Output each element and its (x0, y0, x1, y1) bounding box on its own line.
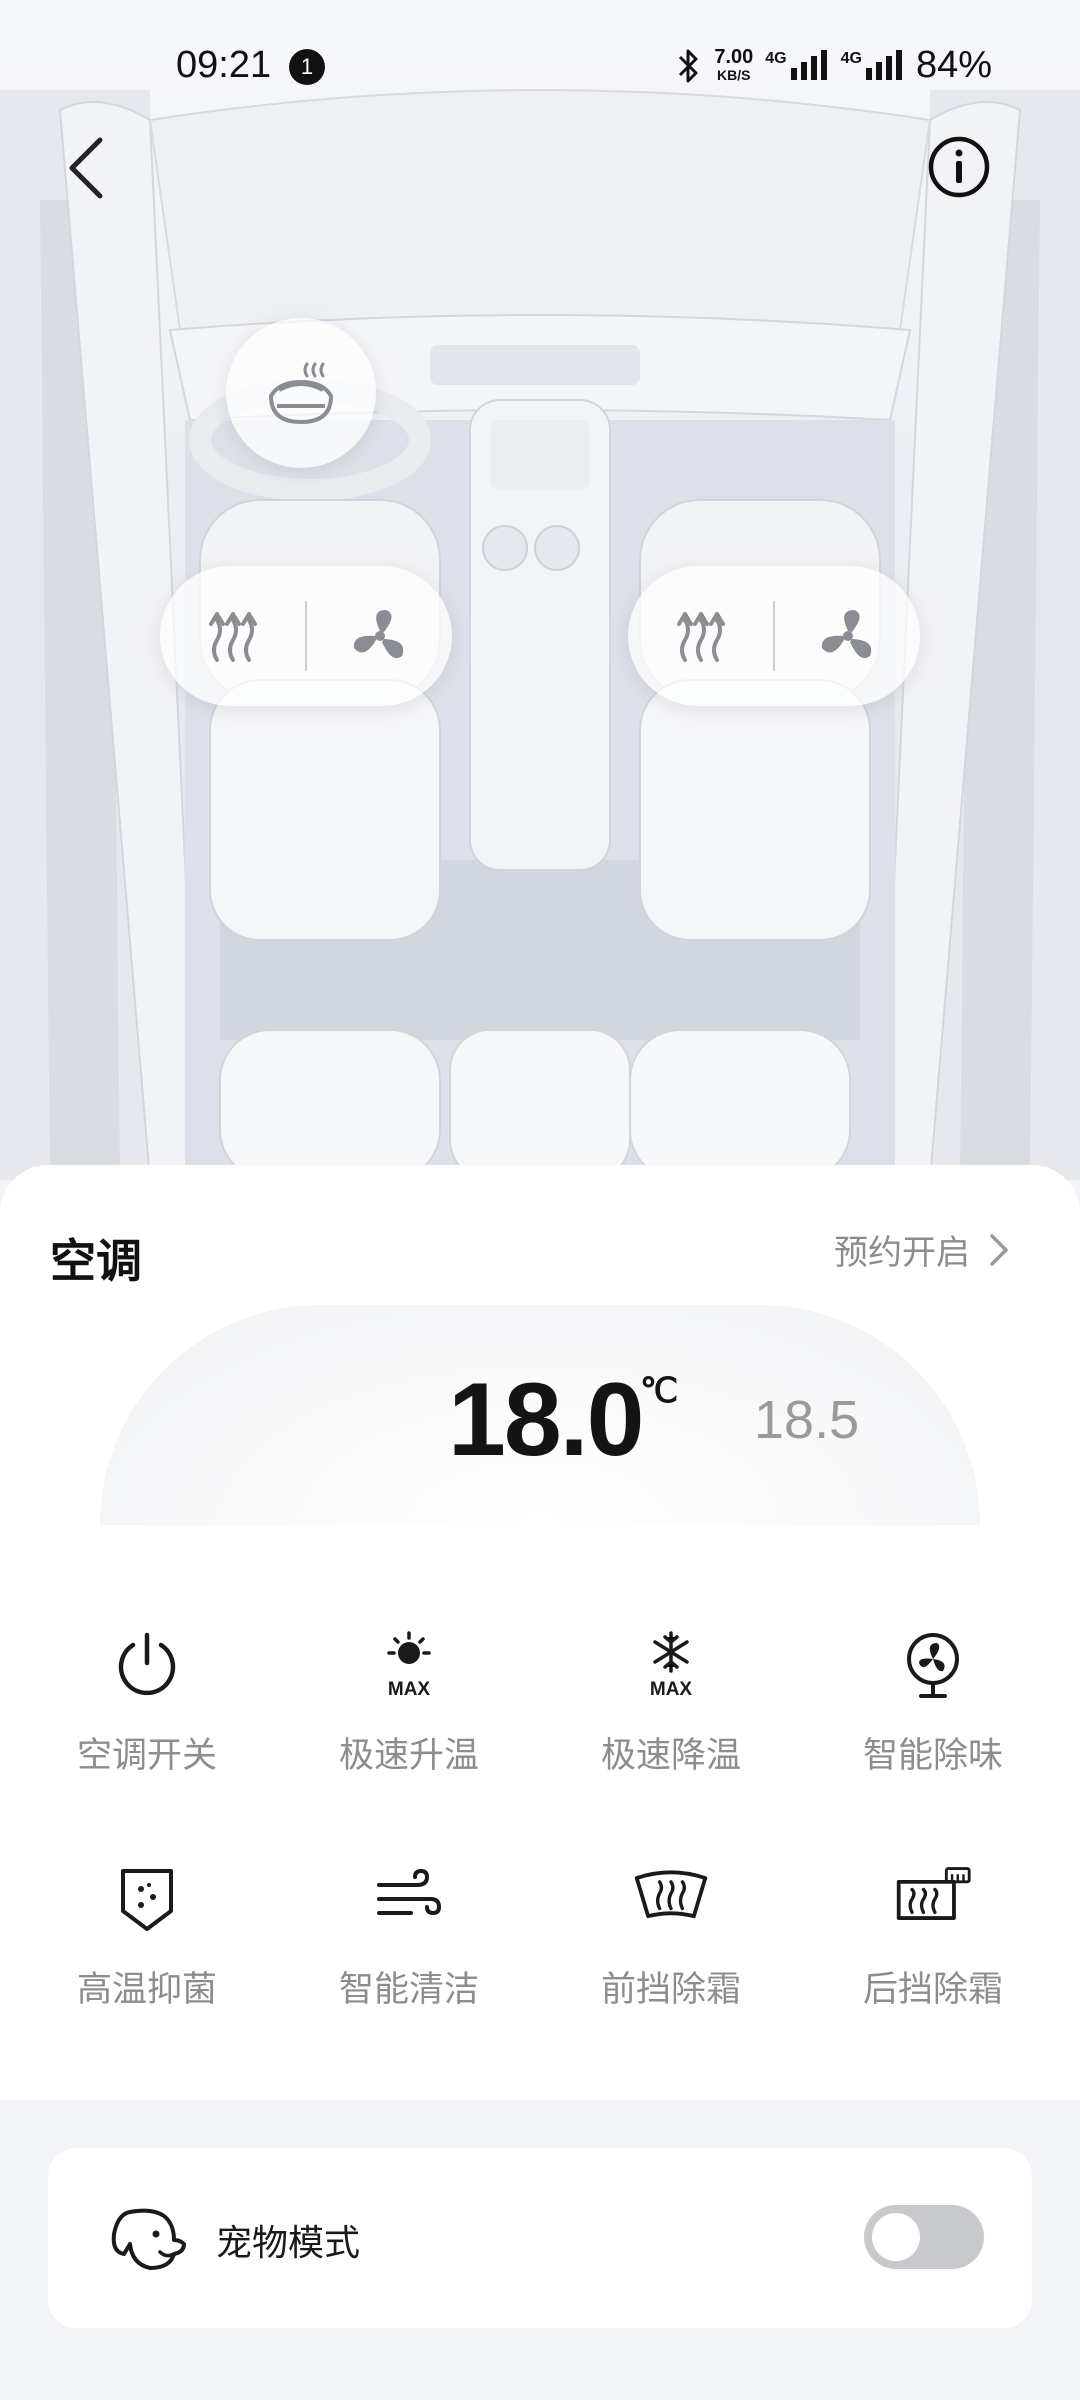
rear-defrost-icon (896, 1867, 971, 1920)
steering-wheel-heat-button[interactable] (226, 318, 376, 468)
sun-max-icon: MAX (387, 1631, 431, 1700)
high-temp-sterilize-button[interactable]: 高温抑菌 (16, 1859, 278, 2059)
chevron-right-icon (990, 1233, 1008, 1266)
battery-level: 84% (915, 44, 992, 86)
passenger-seat-controls (628, 566, 920, 706)
signal-bars-icon (865, 49, 902, 80)
chevron-left-icon (69, 137, 103, 199)
front-defrost-icon (634, 1870, 708, 1919)
ac-power-button[interactable]: 空调开关 (16, 1625, 278, 1825)
driver-seat-vent-button[interactable] (307, 566, 452, 706)
func-label: 前挡除霜 (600, 1970, 741, 2010)
temperature-unit: ℃ (640, 1372, 679, 1410)
schedule-start-link[interactable]: 预约开启 (834, 1225, 1010, 1274)
func-label: 高温抑菌 (76, 1970, 217, 2010)
driver-seat-controls (160, 566, 452, 706)
steering-wheel-heat-icon (268, 362, 334, 425)
signal-2: 4G (840, 49, 904, 82)
ac-title: 空调 (50, 1234, 142, 1288)
passenger-seat-vent-button[interactable] (775, 566, 920, 706)
net-speed-unit: KB/S (717, 66, 751, 83)
shield-sterilize-icon (121, 1869, 173, 1931)
info-icon (928, 136, 990, 198)
func-label: 极速升温 (338, 1736, 479, 1776)
func-label: 智能清洁 (338, 1970, 479, 2010)
func-label: 空调开关 (76, 1736, 217, 1776)
net-speed: 7.00 KB/S (714, 45, 754, 84)
rapid-cool-button[interactable]: MAX 极速降温 (540, 1625, 802, 1825)
car-hero: 09:21 1 7.00 KB/S 4G 4G 84% (0, 0, 1080, 1180)
status-bar: 09:21 1 7.00 KB/S 4G 4G 84% (0, 0, 1080, 135)
info-button[interactable] (926, 134, 992, 200)
svg-text:MAX: MAX (388, 1679, 431, 1700)
next-temperature[interactable]: 18.5 (754, 1389, 859, 1451)
back-button[interactable] (58, 132, 118, 204)
seat-heat-icon (676, 612, 725, 662)
svg-text:MAX: MAX (650, 1679, 693, 1700)
snowflake-max-icon: MAX (650, 1631, 693, 1700)
rapid-heat-button[interactable]: MAX 极速升温 (278, 1625, 540, 1825)
schedule-label: 预约开启 (834, 1233, 970, 1273)
rear-defrost-button[interactable]: 后挡除霜 (802, 1859, 1064, 2059)
fan-purify-icon (907, 1633, 959, 1698)
signal-bars-icon (790, 49, 827, 80)
net-speed-value: 7.00 (714, 45, 754, 68)
smart-clean-button[interactable]: 智能清洁 (278, 1859, 540, 2059)
smart-deodorize-button[interactable]: 智能除味 (802, 1625, 1064, 1825)
seat-ventilation-icon (353, 610, 403, 659)
seat-ventilation-icon (821, 610, 871, 659)
pet-mode-toggle[interactable] (864, 2205, 984, 2269)
toggle-knob (872, 2213, 920, 2261)
front-defrost-button[interactable]: 前挡除霜 (540, 1859, 802, 2059)
signal-1-label: 4G (765, 49, 787, 67)
current-temperature: 18.0 (448, 1362, 644, 1478)
status-time: 09:21 (176, 44, 272, 86)
wind-clean-icon (377, 1868, 442, 1916)
pet-mode-label: 宠物模式 (216, 2223, 361, 2264)
notification-badge: 1 (289, 49, 325, 85)
signal-1: 4G (765, 49, 828, 82)
bluetooth-icon (679, 49, 698, 82)
status-right: 7.00 KB/S 4G 4G 84% (676, 44, 992, 87)
dog-icon (111, 2208, 186, 2270)
func-label: 智能除味 (862, 1736, 1003, 1776)
ac-panel: 空调 预约开启 18.0 ℃ 18.5 空调开关 MAX 极速升温 MAX 极速… (0, 1165, 1080, 2100)
power-icon (118, 1632, 176, 1696)
signal-2-label: 4G (840, 49, 862, 67)
passenger-seat-heat-button[interactable] (628, 566, 773, 706)
driver-seat-heat-button[interactable] (160, 566, 305, 706)
func-label: 极速降温 (600, 1736, 741, 1776)
func-label: 后挡除霜 (862, 1970, 1003, 2010)
pet-mode-card: 宠物模式 (48, 2148, 1032, 2328)
seat-heat-icon (208, 612, 257, 662)
